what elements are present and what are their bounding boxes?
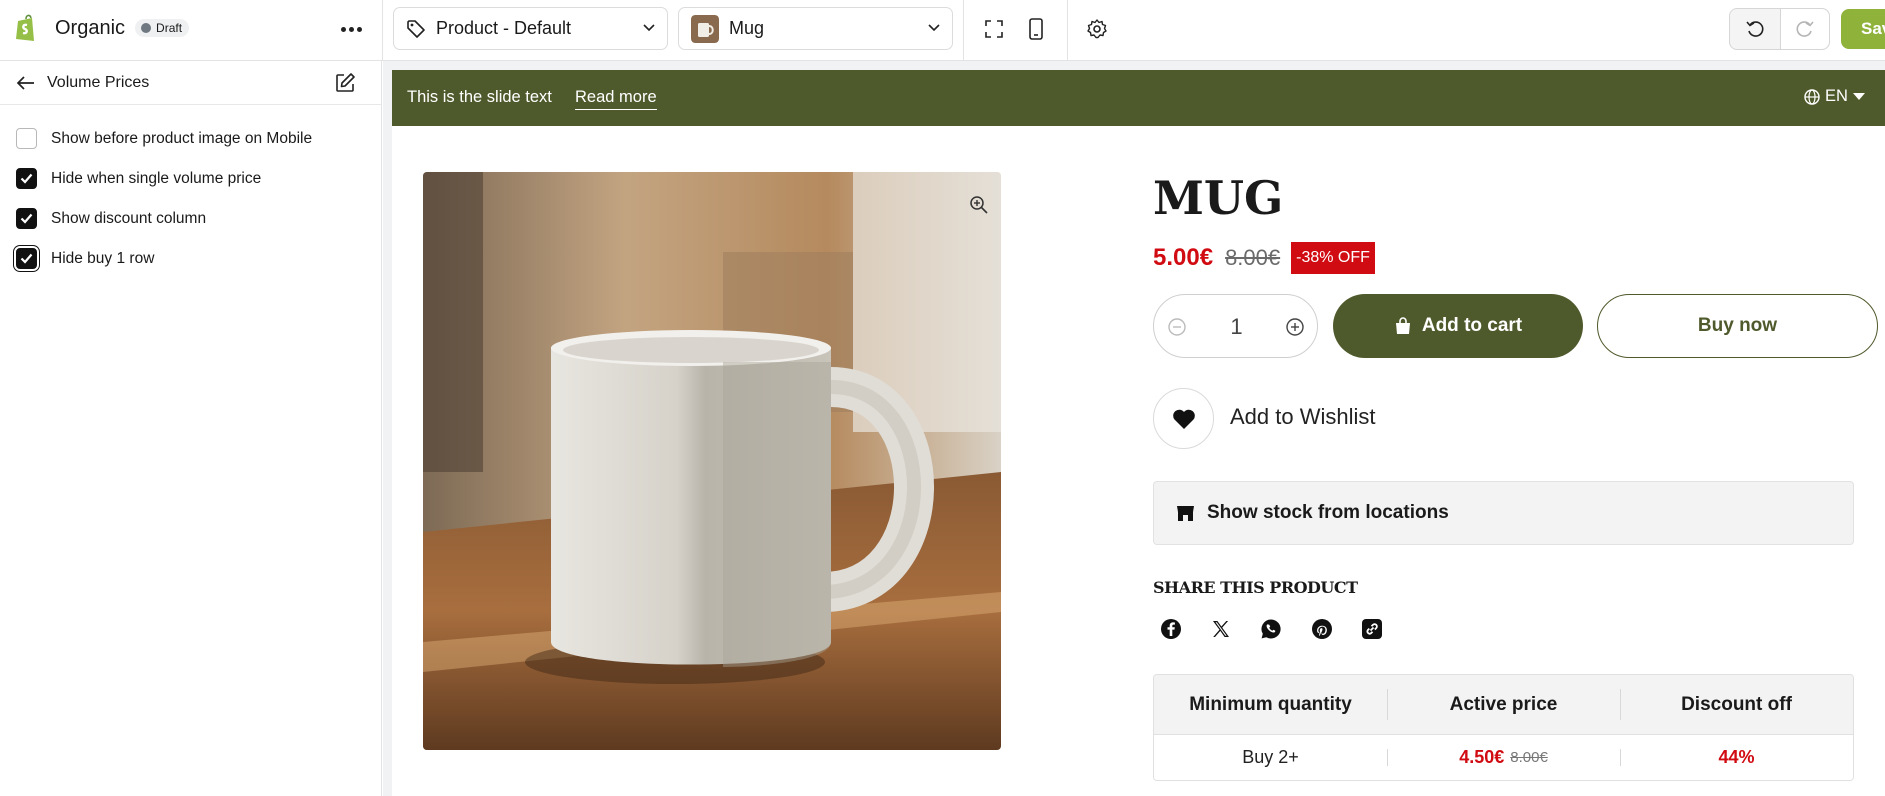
option-hide-single-volume[interactable]: Hide when single volume price — [16, 168, 261, 189]
option-label: Hide when single volume price — [51, 169, 262, 187]
x-icon[interactable] — [1205, 613, 1237, 645]
price-cell: 4.50€ 8.00€ — [1387, 735, 1620, 780]
checkmark-icon — [20, 213, 33, 224]
product-select-value: Mug — [729, 18, 765, 38]
undo-button[interactable] — [1730, 9, 1780, 49]
option-label: Show discount column — [51, 209, 207, 227]
pinterest-icon[interactable] — [1306, 613, 1338, 645]
announcement-bar: This is the slide text Read more EN — [392, 70, 1885, 126]
announcement-text: This is the slide text — [407, 88, 552, 106]
undo-icon — [1746, 21, 1764, 37]
sidebar-header: Volume Prices — [0, 61, 381, 105]
facebook-icon[interactable] — [1155, 613, 1187, 645]
product-title: MUG — [1153, 171, 1284, 225]
redo-button[interactable] — [1779, 9, 1829, 49]
fullscreen-button[interactable] — [977, 12, 1011, 46]
gear-icon — [1087, 19, 1107, 39]
checkbox[interactable] — [16, 168, 37, 189]
buy-now-button[interactable]: Buy now — [1597, 294, 1878, 358]
plus-icon[interactable] — [1285, 317, 1305, 337]
store-name: Organic — [55, 16, 126, 39]
checkbox[interactable] — [16, 208, 37, 229]
whatsapp-icon[interactable] — [1255, 613, 1287, 645]
edit-icon[interactable] — [334, 72, 356, 94]
add-to-cart-label: Add to cart — [1421, 315, 1523, 336]
globe-icon — [1804, 88, 1820, 105]
tag-icon — [407, 19, 425, 38]
checkbox[interactable] — [16, 248, 37, 269]
option-label: Hide buy 1 row — [51, 249, 155, 267]
product-thumbnail — [691, 14, 719, 43]
settings-button[interactable] — [1080, 12, 1114, 46]
zoom-in-icon[interactable] — [969, 195, 989, 215]
save-button[interactable]: Save — [1841, 9, 1885, 49]
mobile-view-button[interactable] — [1019, 12, 1053, 46]
checkbox[interactable] — [16, 128, 37, 149]
sidebar-title: Volume Prices — [47, 74, 150, 91]
product-select[interactable]: Mug — [678, 7, 953, 50]
store-icon — [1177, 506, 1194, 521]
option-label: Show before product image on Mobile — [51, 129, 313, 147]
divider — [1067, 0, 1068, 61]
heart-icon — [1172, 409, 1195, 429]
fullscreen-icon — [985, 20, 1003, 38]
history-controls — [1729, 8, 1830, 50]
volume-price-table: Minimum quantity Active price Discount o… — [1153, 674, 1854, 781]
sale-price: 5.00€ — [1153, 244, 1214, 271]
divider — [963, 0, 964, 61]
table-header: Minimum quantity Active price Discount o… — [1154, 675, 1853, 735]
divider — [382, 0, 383, 61]
shopify-logo-icon — [16, 14, 34, 41]
table-row: Buy 2+ 4.50€ 8.00€ 44% — [1154, 735, 1853, 780]
chevron-down-icon — [928, 24, 940, 32]
volume-discount: 44% — [1718, 747, 1755, 767]
option-hide-buy-1-row[interactable]: Hide buy 1 row — [16, 248, 154, 269]
discount-cell: 44% — [1620, 735, 1853, 780]
compare-price: 8.00€ — [1225, 245, 1281, 270]
wishlist-button[interactable] — [1153, 388, 1214, 449]
product-image[interactable] — [423, 172, 1001, 750]
mobile-icon — [1029, 18, 1043, 40]
template-select-value: Product - Default — [436, 18, 572, 38]
quantity-cell: Buy 2+ — [1242, 747, 1299, 767]
checkmark-icon — [20, 253, 33, 264]
editor-topbar: Organic Draft Product - Default Mug Sa — [0, 0, 1885, 61]
option-show-discount-column[interactable]: Show discount column — [16, 208, 206, 229]
stock-label: Show stock from locations — [1207, 502, 1449, 523]
status-dot-icon — [141, 23, 152, 33]
status-badge-label: Draft — [156, 21, 183, 35]
redo-icon — [1796, 21, 1814, 37]
announcement-link[interactable]: Read more — [575, 88, 657, 110]
template-select[interactable]: Product - Default — [393, 7, 668, 50]
link-icon[interactable] — [1356, 613, 1388, 645]
add-to-cart-button[interactable]: Add to cart — [1333, 294, 1583, 358]
quantity-stepper: 1 — [1153, 294, 1318, 358]
wishlist-label[interactable]: Add to Wishlist — [1230, 404, 1376, 430]
checkmark-icon — [20, 173, 33, 184]
volume-compare-price: 8.00€ — [1510, 749, 1548, 766]
caret-down-icon — [1852, 92, 1865, 100]
mug-photo — [423, 172, 1001, 750]
discount-badge: -38% OFF — [1291, 242, 1375, 274]
price-row: 5.00€ 8.00€ -38% OFF — [1153, 242, 1375, 274]
store-brand[interactable]: Organic Draft — [14, 10, 190, 46]
back-arrow-icon[interactable] — [16, 74, 36, 92]
status-badge: Draft — [135, 19, 190, 37]
storefront-preview: This is the slide text Read more EN MUG … — [392, 70, 1885, 796]
column-header: Minimum quantity — [1189, 693, 1352, 715]
option-show-before-image[interactable]: Show before product image on Mobile — [16, 128, 312, 149]
column-header: Discount off — [1620, 675, 1853, 734]
more-actions-button[interactable] — [336, 14, 366, 44]
volume-price: 4.50€ — [1459, 747, 1505, 767]
chevron-down-icon — [643, 24, 655, 32]
language-selector[interactable]: EN — [1804, 87, 1865, 106]
shopping-bag-icon — [1395, 317, 1410, 334]
stock-locations-button[interactable]: Show stock from locations — [1153, 481, 1854, 545]
share-title: SHARE THIS PRODUCT — [1153, 578, 1358, 597]
preview-canvas: This is the slide text Read more EN MUG … — [383, 61, 1885, 796]
language-code: EN — [1825, 87, 1848, 105]
column-header: Active price — [1387, 675, 1620, 734]
settings-sidebar: Volume Prices Show before product image … — [0, 61, 382, 796]
